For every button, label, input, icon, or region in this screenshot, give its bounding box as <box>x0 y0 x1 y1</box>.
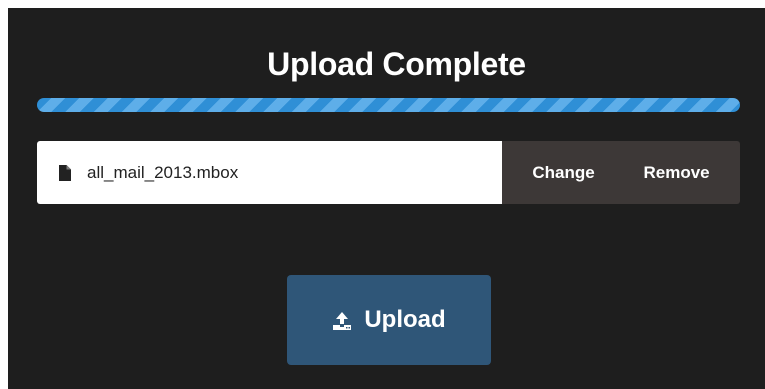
upload-button[interactable]: Upload <box>287 275 491 365</box>
file-icon <box>59 164 71 181</box>
change-file-button[interactable]: Change <box>524 157 602 189</box>
file-actions: Change Remove <box>502 141 740 204</box>
upload-panel: Upload Complete all_mail_2013.mbox Chang… <box>8 8 765 389</box>
selected-file-row: all_mail_2013.mbox Change Remove <box>37 141 740 204</box>
upload-icon <box>332 310 352 330</box>
remove-file-button[interactable]: Remove <box>635 157 717 189</box>
upload-status-title: Upload Complete <box>267 46 526 82</box>
upload-button-label: Upload <box>364 306 446 333</box>
file-name-text: all_mail_2013.mbox <box>87 162 239 182</box>
upload-progress-fill <box>37 98 740 112</box>
upload-progress-bar <box>37 98 740 112</box>
file-name-field: all_mail_2013.mbox <box>37 141 502 204</box>
